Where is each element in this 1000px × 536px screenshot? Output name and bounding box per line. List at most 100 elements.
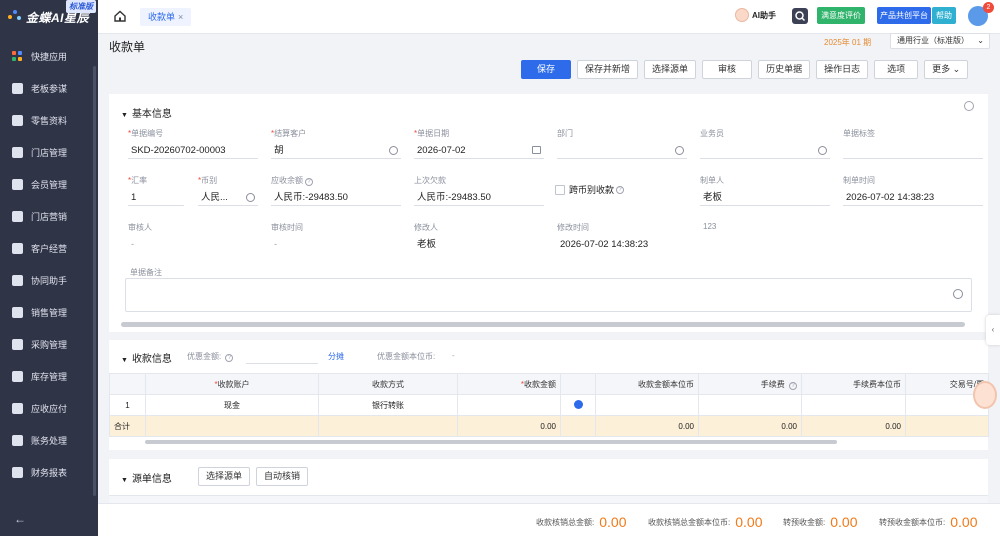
discount-input[interactable] [246,348,318,364]
coin-cell[interactable] [560,394,596,416]
sidebar-item-store-management[interactable]: 门店管理 [0,136,98,168]
help-button[interactable]: 帮助 [932,7,956,24]
total-amount: 0.00 [457,415,561,437]
section-title[interactable]: ▼ 收款信息 [121,350,172,365]
chevron-left-icon[interactable]: ‹ [986,315,1000,345]
save-and-new-button[interactable]: 保存并新增 [577,60,639,79]
cross-currency-checkbox[interactable]: 跨币别收款? [555,183,625,196]
app-logo[interactable]: 金蝶AI星辰 标准版 [0,0,98,34]
doc-tag-input[interactable] [843,142,983,159]
modifier-field: 修改人 老板 [414,222,544,253]
select-source-button[interactable]: 选择源单 [198,467,251,486]
help-icon[interactable]: ? [225,354,234,362]
auditor-value: - [131,239,135,250]
toolbar: 保存 保存并新增 选择源单 审核 历史单据 操作日志 选项 更多 ⌄ [521,60,969,79]
sidebar-item-boss-advisor[interactable]: 老板参谋 [0,72,98,104]
help-icon[interactable]: ? [616,185,625,194]
section-title[interactable]: ▼ 源单信息 [121,470,172,485]
sidebar-item-quick-apps[interactable]: 快捷应用 [0,40,98,72]
sidebar-item-label: 应收应付 [31,403,68,414]
calendar-icon[interactable] [532,146,541,154]
share-link[interactable]: 分摊 [328,351,344,362]
more-label: 更多 [932,64,951,74]
sidebar-item-label: 账务处理 [31,435,68,446]
tab-receipt[interactable]: 收款单 × [140,8,192,26]
method-cell[interactable]: 银行转账 [318,394,458,416]
sidebar-item-receivables[interactable]: 应收应付 [0,392,98,424]
auto-verify-button[interactable]: 自动核销 [256,467,309,486]
fee-cell[interactable] [698,394,802,416]
table-row[interactable]: 1 现金 银行转账 [109,394,989,416]
create-time-value: 2026-07-02 14:38:23 [843,189,983,206]
industry-select[interactable]: 通用行业（标准版） ⌄ [890,33,990,49]
gear-icon[interactable] [964,101,974,111]
total-fee-base: 0.00 [801,415,906,437]
section-title-text: 基本信息 [131,109,172,120]
chevron-down-icon: ⌄ [977,36,984,45]
sidebar-item-members[interactable]: 会员管理 [0,168,98,200]
exchange-rate-input[interactable]: 1 [128,189,184,206]
product-platform-button[interactable]: 产品共创平台 [877,7,931,24]
sidebar-item-retail-data[interactable]: 零售资料 [0,104,98,136]
department-label: 部门 [557,129,573,138]
sidebar-item-store-marketing[interactable]: 门店营销 [0,200,98,232]
ai-assistant-button[interactable]: AI助手 [735,8,776,22]
more-button[interactable]: 更多 ⌄ [924,60,969,79]
account-cell[interactable]: 现金 [145,394,319,416]
sidebar-scrollbar[interactable] [93,66,96,496]
receivable-balance-value: 人民币:-29483.50 [271,189,401,206]
notification-badge[interactable]: 2 [983,2,994,13]
horizontal-scrollbar[interactable] [121,322,965,327]
help-icon[interactable]: ? [305,178,313,186]
sidebar-item-collaboration[interactable]: 协同助手 [0,264,98,296]
sidebar-item-purchase[interactable]: 采购管理 [0,328,98,360]
sidebar-item-sales[interactable]: 销售管理 [0,296,98,328]
sidebar-item-inventory[interactable]: 库存管理 [0,360,98,392]
horizontal-scrollbar[interactable] [145,440,837,444]
sidebar-item-accounting[interactable]: 账务处理 [0,424,98,456]
salesman-input[interactable] [700,142,830,159]
audit-button[interactable]: 审核 [702,60,753,79]
section-title[interactable]: ▼ 基本信息 [121,105,172,120]
history-button[interactable]: 历史单据 [758,60,811,79]
sidebar-item-label: 协同助手 [31,275,68,286]
more-options-icon[interactable] [246,193,255,202]
amount-base-cell[interactable] [595,394,699,416]
voice-input-icon[interactable] [953,289,963,299]
sidebar-item-reports[interactable]: 财务报表 [0,456,98,488]
more-options-icon[interactable] [389,146,398,155]
remark-textarea[interactable] [125,278,972,312]
help-icon[interactable]: ? [789,381,797,390]
close-icon[interactable]: × [178,12,183,22]
customer-input[interactable]: 胡 [271,142,401,159]
more-options-icon[interactable] [818,146,827,155]
cross-currency-label: 跨币别收款 [569,185,615,195]
currency-input[interactable]: 人民... [198,189,258,206]
doc-no-input[interactable]: SKD-20260702-00003 [128,142,258,159]
more-options-icon[interactable] [675,146,684,155]
fee-base-cell[interactable] [801,394,906,416]
checkbox-box[interactable] [555,184,565,195]
department-input[interactable] [557,142,687,159]
operation-log-button[interactable]: 操作日志 [816,60,869,79]
customer-field: *结算客户 胡 [271,128,401,159]
total-cell [145,415,319,437]
discount-base-value: - [452,351,455,360]
currency-label: 币别 [201,176,218,185]
assistant-avatar[interactable] [973,381,997,409]
money-bag-icon[interactable] [573,399,583,409]
home-icon[interactable] [113,9,127,23]
options-button[interactable]: 选项 [874,60,919,79]
select-source-button[interactable]: 选择源单 [644,60,697,79]
doc-date-input[interactable]: 2026-07-02 [414,142,544,159]
prepaid-base-label: 转预收金额本位币: [879,517,946,527]
save-button[interactable]: 保存 [521,60,572,79]
ai-label: AI助手 [752,10,776,20]
search-icon[interactable] [792,8,808,24]
table-header-row: *收款账户 收款方式 *收款金额 收款金额本位币 手续费 ? 手续费本位币 交易… [109,373,989,395]
satisfaction-button[interactable]: 满意度评价 [817,7,865,24]
sidebar-item-customer[interactable]: 客户经营 [0,232,98,264]
collapse-sidebar-icon[interactable]: ← [14,512,26,526]
amount-cell[interactable] [457,394,561,416]
department-field: 部门 [557,128,687,159]
